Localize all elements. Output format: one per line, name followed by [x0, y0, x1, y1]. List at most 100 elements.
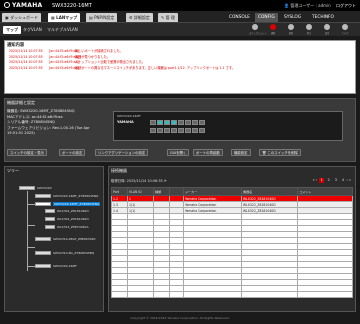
tree-switch-icon[interactable] [35, 251, 51, 255]
first-page-icon[interactable]: « [313, 178, 315, 182]
device-action-buttons: スイッチの設定・表示 ポートの設定 リンクアグリゲーションの設定 GUIを開く … [7, 149, 353, 157]
subtab-map[interactable]: マップ [3, 26, 21, 34]
stop-label: 停止 [306, 31, 312, 35]
connected-devices-panel: 接続機器 取得日時: 2025/11/14 10:06:35 ⟳ « ‹ 1 2… [108, 166, 356, 312]
notification-list: 2025/11/14 10:07:55 [ac:44:f2:a6:f9:aa] 新し… [9, 49, 354, 93]
last-page-icon[interactable]: » [349, 178, 351, 182]
port-1[interactable] [150, 120, 156, 125]
page-button[interactable]: 2 [326, 178, 331, 183]
tree-node[interactable]: SWX2310-28GT_Z8E8033ZX [53, 237, 96, 241]
port-settings-button[interactable]: ポートの設定 [59, 149, 86, 156]
subtab-tag-vlan[interactable]: タグVLAN [20, 26, 45, 34]
footer-copyright: Copyright © 2018-2024 Yamaha Corporation… [130, 316, 230, 320]
page-button[interactable]: 4 [340, 178, 345, 183]
col-comment[interactable]: コメント [297, 187, 353, 196]
sub-toolbar: マップ タグVLAN マルチプルVLAN スナップショット 通知 更新 停止 設… [0, 23, 360, 36]
snapshot-icon [252, 24, 258, 30]
refresh-icon[interactable]: ⟳ [164, 179, 167, 183]
prev-page-icon[interactable]: ‹ [316, 178, 317, 182]
tree-ap-icon[interactable] [45, 209, 55, 213]
notification-message: 接続ポートの異なるマネージスイッチがあります。正しい機器は port1.1/12… [75, 65, 235, 70]
snapshot-tool[interactable]: スナップショット [249, 24, 267, 35]
tab-management[interactable]: ✎ 管 理 [158, 13, 178, 22]
tree-node-root[interactable]: SWX3220 [37, 186, 52, 190]
connected-devices-title: 接続機器 [111, 168, 127, 173]
tab-advanced[interactable]: ⚙ 詳細設定 [126, 13, 153, 22]
open-gui-button[interactable]: GUIを開く [167, 149, 190, 156]
tree-node[interactable]: WLX322_Z8181040D [57, 209, 89, 213]
next-page-icon[interactable]: › [346, 178, 347, 182]
function-settings-button[interactable]: 機能設定 [231, 149, 251, 156]
switch-settings-button[interactable]: スイッチの設定・表示 [7, 149, 47, 156]
tab-pnp[interactable]: ▤ PNP/N設定 [86, 13, 118, 22]
tree-node[interactable]: SWX2310-8G_Z7808045BQ [53, 251, 94, 255]
tree-switch-icon[interactable] [35, 264, 51, 268]
tree-switch-icon[interactable] [35, 237, 51, 241]
tree-node-selected[interactable]: SWX3220-16MT_Z7808045NQ [53, 202, 101, 206]
col-device-name[interactable]: 機器名 [241, 187, 298, 196]
port-5[interactable] [178, 120, 184, 125]
col-type[interactable]: 種類 [153, 187, 170, 196]
tab-dashboard[interactable]: ▣ ダッシュボード [2, 13, 42, 22]
tree-switch-icon[interactable] [35, 202, 51, 206]
port-7[interactable] [192, 120, 198, 125]
help-tool[interactable]: ヘルプ [339, 24, 351, 35]
switch-front-panel: SWX3220-16MT YAMAHA [113, 111, 343, 141]
refresh-icon [288, 24, 294, 30]
tree-switch-icon[interactable] [35, 194, 51, 198]
tree-panel: ツリー SWX3220 SWX3220-16MT_Z7808045NQ SWX3… [4, 166, 104, 312]
stop-tool[interactable]: 停止 [303, 24, 315, 35]
tab-lanmap-label: LANマップ [56, 15, 78, 20]
table-row[interactable] [111, 291, 353, 298]
tree-connector [27, 266, 35, 267]
tab-techinfo[interactable]: TECHINFO [309, 13, 337, 22]
tree-node[interactable]: WLX313_Z5EV3040A [57, 225, 89, 229]
port-12[interactable] [171, 128, 177, 133]
tree-ap-icon[interactable] [45, 217, 55, 221]
port-15[interactable] [192, 128, 198, 133]
port-13[interactable] [178, 128, 184, 133]
pagination: « ‹ 1 2 3 4 › » [313, 178, 351, 184]
cell-vlan [127, 291, 154, 298]
port-3[interactable] [164, 120, 170, 125]
port-11[interactable] [164, 128, 170, 133]
brand-name: YAMAHA [12, 2, 43, 9]
tree-ap-icon[interactable] [45, 225, 55, 229]
port-16[interactable] [199, 128, 205, 133]
col-maker[interactable]: メーカー [183, 187, 242, 196]
port-4[interactable] [171, 120, 177, 125]
header-user-area: 👤 管理ユーザー : admin ログアウト [284, 3, 356, 9]
main-tabs: ▣ ダッシュボード ▦ LANマップ ▤ PNP/N設定 ⚙ 詳細設定 ✎ 管 … [0, 11, 360, 23]
page-button[interactable]: 3 [333, 178, 338, 183]
port-6[interactable] [185, 120, 191, 125]
col-vlan[interactable]: VLAN ID [127, 187, 154, 196]
tree-node[interactable]: WLX322_Z9181040D [57, 217, 89, 221]
logout-link[interactable]: ログアウト [336, 3, 356, 8]
notification-tool[interactable]: 通知 [267, 24, 279, 35]
help-label: ヘルプ [341, 31, 349, 35]
tree-node[interactable]: SWX3220-16MT_Z7808045NQ [53, 194, 98, 198]
tab-console[interactable]: CONSOLE [226, 13, 253, 22]
delete-switch-button[interactable]: 🗑 このスイッチを削除 [259, 149, 301, 156]
page-button[interactable]: 1 [319, 178, 325, 183]
tab-config[interactable]: CONFIG [255, 13, 278, 22]
device-panel-title: 機器詳細と設定 [7, 100, 35, 105]
link-aggregation-button[interactable]: リンクアグリゲーションの設定 [95, 149, 149, 156]
tab-lanmap[interactable]: ▦ LANマップ [48, 13, 81, 22]
notification-row: 2025/11/14 10:07:55 [ac:44:f2:a6:f9:aa] 接続… [9, 66, 354, 72]
refresh-tool[interactable]: 更新 [285, 24, 297, 35]
port-9[interactable] [150, 128, 156, 133]
settings-tool[interactable]: 設定 [321, 24, 333, 35]
port-14[interactable] [185, 128, 191, 133]
tree-title: ツリー [7, 168, 19, 173]
tree-node[interactable]: SWX3220-16MT [53, 264, 77, 268]
port-2[interactable] [157, 120, 163, 125]
tree-switch-icon[interactable] [19, 186, 35, 190]
tab-syslog[interactable]: SYSLOG [281, 13, 304, 22]
port-10[interactable] [157, 128, 163, 133]
port-8[interactable] [199, 120, 205, 125]
col-port[interactable]: Port [111, 187, 128, 196]
subtab-multiple-vlan[interactable]: マルチプルVLAN [44, 26, 81, 34]
col-icon [169, 187, 184, 196]
port-restart-button[interactable]: ポートの再起動 [193, 149, 223, 156]
